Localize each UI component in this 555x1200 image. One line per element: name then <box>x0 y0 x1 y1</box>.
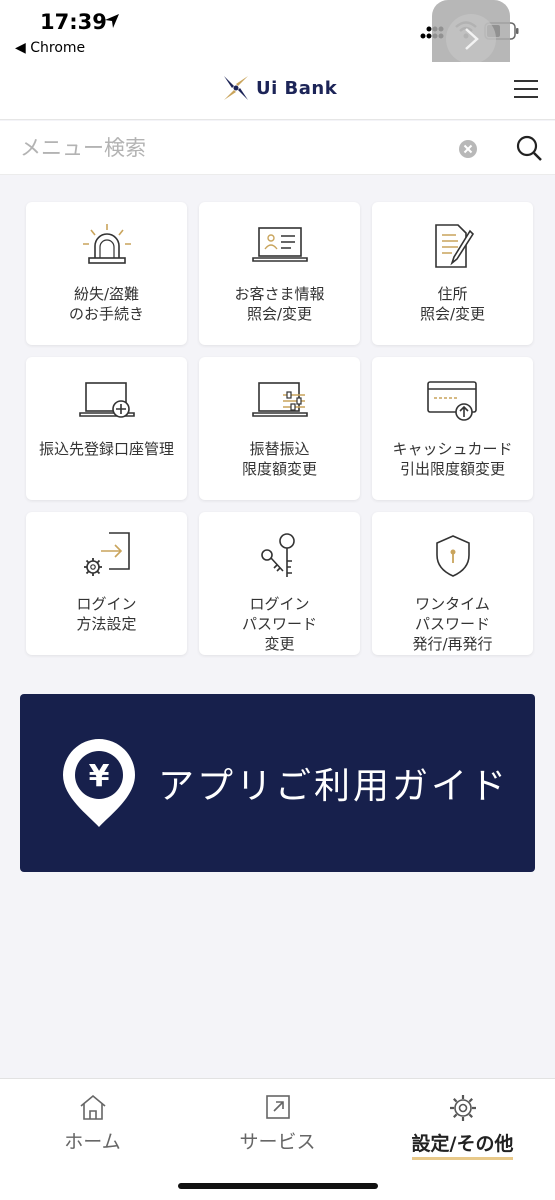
menu-card-transfer-limit[interactable]: 振替振込 限度額変更 <box>199 357 360 500</box>
logo-mark-icon <box>224 76 248 100</box>
siren-icon <box>82 224 131 264</box>
laptop-slider-icon <box>251 382 308 417</box>
menu-card-login-password[interactable]: ログイン パスワード 変更 <box>199 512 360 655</box>
card-upload-icon <box>426 381 477 421</box>
menu-card-cash-card-limit[interactable]: キャッシュカード 引出限度額変更 <box>372 357 533 500</box>
nav-label-active: 設定/その他 <box>411 1129 514 1160</box>
back-to-chrome-link[interactable]: ◀ Chrome <box>15 40 85 56</box>
status-time: 17:39 <box>40 10 107 34</box>
shield-icon <box>435 535 470 577</box>
app-guide-banner[interactable]: ¥ アプリご利用ガイド <box>20 694 535 872</box>
menu-card-onetime-password[interactable]: ワンタイム パスワード 発行/再発行 <box>372 512 533 655</box>
menu-card-label: 振込先登録口座管理 <box>38 440 174 458</box>
menu-card-label: 振替振込 限度額変更 <box>241 440 317 478</box>
document-pen-icon <box>434 224 474 268</box>
menu-search-input[interactable] <box>20 129 440 167</box>
menu-card-label: 紛失/盗難 のお手続き <box>68 285 144 323</box>
menu-grid: 紛失/盗難 のお手続き お客さま情報 照会/変更 住所 照会/変更 振込先登録口… <box>26 202 534 655</box>
laptop-plus-icon <box>78 382 135 418</box>
home-indicator[interactable] <box>178 1183 378 1189</box>
banner-text: アプリご利用ガイド <box>158 766 510 807</box>
nav-settings[interactable]: 設定/その他 <box>370 1093 555 1160</box>
nav-label: ホーム <box>64 1131 121 1153</box>
nav-label: サービス <box>239 1131 316 1153</box>
hamburger-menu-button[interactable] <box>514 80 538 100</box>
menu-card-payee-management[interactable]: 振込先登録口座管理 <box>26 357 187 500</box>
laptop-profile-icon <box>251 227 308 262</box>
logo-text: Ui Bank <box>256 77 338 99</box>
menu-card-lost-stolen[interactable]: 紛失/盗難 のお手続き <box>26 202 187 345</box>
yen-symbol: ¥ <box>89 759 110 794</box>
location-arrow-icon <box>105 14 119 28</box>
menu-card-customer-info[interactable]: お客さま情報 照会/変更 <box>199 202 360 345</box>
app-header: Ui Bank <box>0 62 555 120</box>
nav-home[interactable]: ホーム <box>0 1093 185 1154</box>
menu-card-label: 住所 照会/変更 <box>419 285 486 323</box>
keys-icon <box>260 533 295 577</box>
page: 17:39 ◀ Chrome Ui Bank メニュー検索 紛失/盗難 のお手続… <box>0 0 555 1200</box>
external-link-icon <box>265 1095 290 1119</box>
menu-card-label: キャッシュカード 引出限度額変更 <box>392 440 513 478</box>
nav-services[interactable]: サービス <box>185 1093 370 1154</box>
chevron-right-icon <box>465 28 479 50</box>
bank-logo[interactable]: Ui Bank <box>222 74 337 102</box>
menu-card-address[interactable]: 住所 照会/変更 <box>372 202 533 345</box>
search-icon[interactable] <box>515 134 543 162</box>
yen-location-pin-icon: ¥ <box>63 739 135 827</box>
status-bar: 17:39 ◀ Chrome <box>0 0 555 78</box>
search-bar <box>0 121 555 175</box>
menu-card-label: ワンタイム パスワード 発行/再発行 <box>412 595 493 653</box>
menu-card-label: ログイン パスワード 変更 <box>241 595 317 653</box>
gear-login-icon <box>83 532 130 576</box>
menu-card-label: ログイン 方法設定 <box>76 595 137 633</box>
clear-icon[interactable] <box>458 139 478 159</box>
menu-card-login-method[interactable]: ログイン 方法設定 <box>26 512 187 655</box>
gear-icon <box>449 1095 476 1121</box>
menu-card-label: お客さま情報 照会/変更 <box>234 285 325 323</box>
home-icon <box>79 1094 106 1120</box>
bottom-navigation: ホーム サービス 設定/その他 <box>0 1078 555 1200</box>
